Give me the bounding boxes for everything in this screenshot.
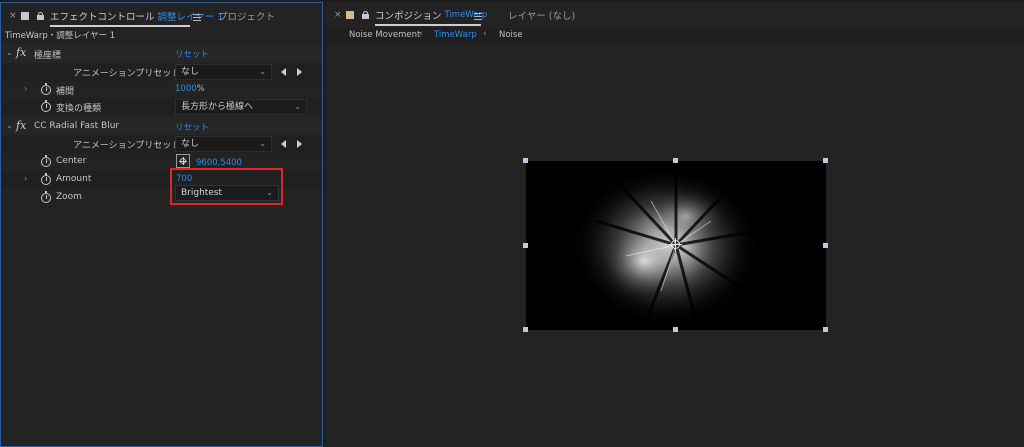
effect-controls-panel: × エフェクトコントロール 調整レイヤー 1 プロジェクト TimeWarp・調… xyxy=(0,2,323,447)
after-effects-workspace: × エフェクトコントロール 調整レイヤー 1 プロジェクト TimeWarp・調… xyxy=(0,0,1024,447)
effect-radial-fast-blur-header[interactable]: ⌄ fx CC Radial Fast Blur リセット xyxy=(1,118,322,136)
previous-preset-icon[interactable] xyxy=(281,140,286,148)
anchor-point-icon[interactable] xyxy=(669,238,682,251)
transform-handle-top-right[interactable] xyxy=(823,158,828,163)
preset-value: なし xyxy=(181,67,200,77)
tab-effect-controls-layer: 調整レイヤー 1 xyxy=(157,12,224,23)
transform-handle-bottom-right[interactable] xyxy=(823,327,828,332)
close-icon[interactable]: × xyxy=(9,9,17,23)
composition-icon xyxy=(346,11,354,19)
stopwatch-icon[interactable] xyxy=(41,173,51,185)
tab-composition-label: コンポジション xyxy=(375,11,442,22)
conversion-type-dropdown[interactable]: 長方形から極線へ ⌄ xyxy=(175,99,307,115)
panel-icon xyxy=(21,12,29,20)
subtab-noise[interactable]: Noise xyxy=(499,30,523,40)
panel-menu-icon[interactable] xyxy=(474,13,482,20)
tab-composition[interactable]: コンポジション TimeWarp xyxy=(375,8,487,22)
chevron-right-icon[interactable]: › xyxy=(24,84,27,93)
fx-icon[interactable]: fx xyxy=(16,46,26,59)
param-label: Center xyxy=(56,156,87,166)
effect-polar-coordinates-header[interactable]: ⌄ fx 極座標 リセット xyxy=(1,45,322,63)
preset-value: なし xyxy=(181,139,200,149)
transform-handle-left[interactable] xyxy=(523,243,528,248)
chevron-down-icon[interactable]: ⌄ xyxy=(6,121,13,130)
param-label: 変換の種類 xyxy=(56,104,102,114)
param-label: Zoom xyxy=(56,192,82,202)
fx-icon[interactable]: fx xyxy=(16,119,26,132)
stopwatch-icon[interactable] xyxy=(41,100,51,112)
chevron-down-icon: ⌄ xyxy=(294,102,301,111)
reset-link[interactable]: リセット xyxy=(175,121,209,133)
lock-icon[interactable] xyxy=(37,12,44,20)
param-row-conversion-type: 変換の種類 長方形から極線へ ⌄ xyxy=(1,98,322,116)
subtab-timewarp[interactable]: TimeWarp xyxy=(434,30,477,40)
param-row-interpolation: › 補間 1000% xyxy=(1,81,322,99)
preset-label: アニメーションプリセット : xyxy=(73,141,187,151)
panel-menu-icon[interactable] xyxy=(193,14,201,21)
preset-label: アニメーションプリセット : xyxy=(73,69,187,79)
conversion-type-value: 長方形から極線へ xyxy=(181,102,254,112)
param-label: Amount xyxy=(56,174,92,184)
highlight-box xyxy=(170,168,283,205)
chevron-right-icon[interactable]: › xyxy=(24,174,27,183)
chevron-left-icon: ‹ xyxy=(419,29,423,39)
chevron-down-icon: ⌄ xyxy=(259,67,266,76)
effect-name: 極座標 xyxy=(34,51,62,61)
previous-preset-icon[interactable] xyxy=(281,68,286,76)
transform-handle-bottom[interactable] xyxy=(673,327,678,332)
layer-breadcrumb: TimeWarp・調整レイヤー 1 xyxy=(5,31,116,41)
transform-handle-top-left[interactable] xyxy=(523,158,528,163)
preset-dropdown[interactable]: なし ⌄ xyxy=(175,136,272,152)
subtab-noise-movement[interactable]: Noise Movement xyxy=(349,30,420,40)
transform-handle-bottom-left[interactable] xyxy=(523,327,528,332)
lock-icon[interactable] xyxy=(362,11,369,19)
center-value[interactable]: 9600,5400 xyxy=(196,158,242,168)
tab-effect-controls-label: エフェクトコントロール xyxy=(50,12,155,23)
next-preset-icon[interactable] xyxy=(297,68,302,76)
stopwatch-icon[interactable] xyxy=(41,155,51,167)
active-tab-indicator xyxy=(50,25,190,27)
param-label: 補間 xyxy=(56,87,75,97)
transform-handle-top[interactable] xyxy=(673,158,678,163)
active-tab-indicator xyxy=(375,24,481,26)
transform-handle-right[interactable] xyxy=(823,243,828,248)
chevron-left-icon: ‹ xyxy=(483,29,487,39)
tab-layer[interactable]: レイヤー (なし) xyxy=(508,8,575,22)
chevron-down-icon[interactable]: ⌄ xyxy=(6,48,13,57)
preset-dropdown[interactable]: なし ⌄ xyxy=(175,64,272,80)
preset-row: アニメーションプリセット : なし ⌄ xyxy=(1,63,322,81)
composition-tabbar: × コンポジション TimeWarp レイヤー (なし) xyxy=(326,2,1024,28)
stopwatch-icon[interactable] xyxy=(41,191,51,203)
chevron-down-icon: ⌄ xyxy=(259,139,266,148)
effect-name: CC Radial Fast Blur xyxy=(34,121,120,131)
composition-flowchart-tabs: Noise Movement ‹ TimeWarp ‹ Noise xyxy=(326,28,1024,44)
preset-row: アニメーションプリセット : なし ⌄ xyxy=(1,135,322,153)
close-icon[interactable]: × xyxy=(334,8,342,22)
stopwatch-icon[interactable] xyxy=(41,83,51,95)
next-preset-icon[interactable] xyxy=(297,140,302,148)
interpolation-value[interactable]: 1000% xyxy=(175,84,205,94)
effect-controls-tabbar: × エフェクトコントロール 調整レイヤー 1 プロジェクト xyxy=(1,3,322,29)
tab-project[interactable]: プロジェクト xyxy=(218,9,275,23)
point-picker-icon[interactable] xyxy=(176,154,190,168)
reset-link[interactable]: リセット xyxy=(175,48,209,60)
